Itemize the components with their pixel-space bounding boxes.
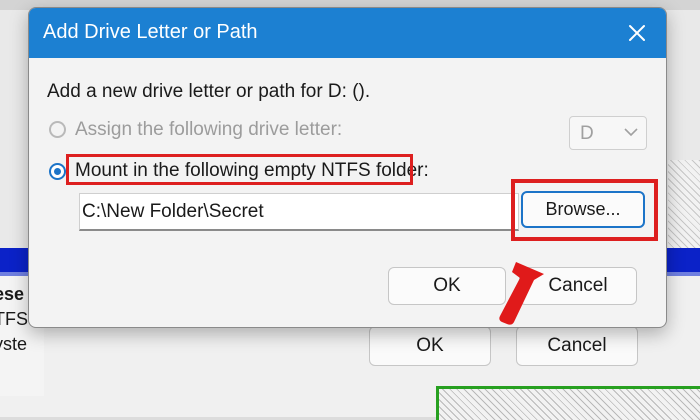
background-ok-button: OK xyxy=(369,326,491,366)
dialog-titlebar[interactable]: Add Drive Letter or Path xyxy=(29,8,666,58)
background-text: TFS xyxy=(0,309,28,329)
background-partition xyxy=(436,386,700,420)
mount-folder-radio[interactable] xyxy=(49,163,66,180)
instruction-text: Add a new drive letter or path for D: ()… xyxy=(47,81,371,102)
annotation-highlight-box xyxy=(511,179,658,241)
dialog-title: Add Drive Letter or Path xyxy=(43,21,258,43)
annotation-arrow-icon xyxy=(499,262,544,325)
chevron-down-icon xyxy=(624,128,638,137)
ok-button[interactable]: OK xyxy=(388,267,506,305)
folder-path-field[interactable]: C:\New Folder\Secret xyxy=(79,193,519,231)
close-button[interactable] xyxy=(620,17,654,49)
close-icon xyxy=(629,25,645,41)
drive-letter-dropdown[interactable]: D xyxy=(569,116,647,150)
background-cancel-button: Cancel xyxy=(516,326,638,366)
background-text: yste xyxy=(0,334,28,354)
add-drive-letter-dialog: Add Drive Letter or Path Add a new drive… xyxy=(28,7,667,328)
annotation-highlight-box xyxy=(66,154,413,185)
background-bottom-strip xyxy=(0,396,436,417)
background-text: ese xyxy=(0,284,25,304)
assign-drive-letter-radio[interactable] xyxy=(49,121,66,138)
drive-letter-value: D xyxy=(580,123,594,144)
assign-drive-letter-label: Assign the following drive letter: xyxy=(75,119,343,140)
